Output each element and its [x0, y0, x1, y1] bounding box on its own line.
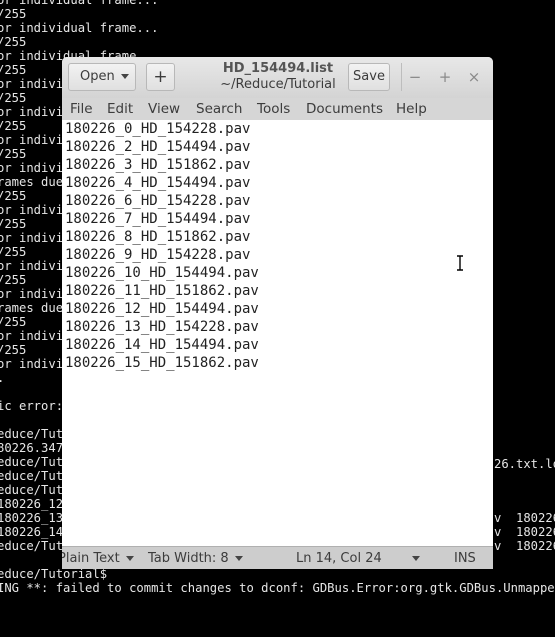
terminal-line-fragment: 26.txt.lo: [494, 457, 555, 471]
editor-line: 180226_6_HD_154228.pav: [65, 193, 251, 209]
terminal-line: /255: [0, 217, 27, 231]
terminal-line: /255: [0, 273, 27, 287]
close-icon[interactable]: ×: [463, 66, 485, 88]
language-selector[interactable]: Plain Text: [62, 550, 134, 567]
gedit-window: Open + HD_154494.list ~/Reduce/Tutorial …: [62, 57, 493, 569]
editor-line: 180226_9_HD_154228.pav: [65, 247, 251, 263]
terminal-line: /255: [0, 35, 27, 49]
terminal-line: /255: [0, 343, 27, 357]
terminal-line: rames due: [0, 301, 64, 315]
minimize-icon[interactable]: −: [404, 66, 426, 88]
editor-line: 180226_4_HD_154494.pav: [65, 175, 251, 191]
terminal-line: or individual frame...: [0, 21, 159, 35]
terminal-line: /255: [0, 189, 27, 203]
terminal-line-fragment: v 180226: [494, 539, 555, 553]
editor-line: 180226_0_HD_154228.pav: [65, 121, 251, 137]
terminal-line: 80226.3477: [0, 441, 71, 455]
terminal-line: /255: [0, 63, 27, 77]
terminal-line-fragment: v 180226: [494, 511, 555, 525]
terminal-line: /255: [0, 7, 27, 21]
save-button[interactable]: Save: [348, 63, 390, 91]
insert-mode: INS: [454, 551, 476, 566]
cursor-position[interactable]: Ln 14, Col 24: [296, 550, 420, 567]
editor-line: 180226_7_HD_154494.pav: [65, 211, 251, 227]
terminal-line: educe/Tutorial$: [0, 567, 108, 581]
tab-width-label: Tab Width: 8: [148, 551, 229, 566]
chevron-down-icon: [411, 556, 420, 561]
terminal-line: .: [0, 371, 4, 385]
chevron-down-icon: [234, 556, 243, 561]
open-button[interactable]: Open: [68, 63, 136, 91]
editor-line: 180226_12_HD_154494.pav: [65, 301, 259, 317]
terminal-line: ic error:: [0, 399, 64, 413]
status-bar: Plain Text Tab Width: 8 Ln 14, Col 24 IN…: [62, 546, 493, 569]
editor-line: 180226_15_HD_151862.pav: [65, 355, 259, 371]
cursor-position-label: Ln 14, Col 24: [296, 551, 382, 566]
tab-width-selector[interactable]: Tab Width: 8: [148, 550, 243, 567]
editor-line: 180226_11_HD_151862.pav: [65, 283, 259, 299]
header-bar: Open + HD_154494.list ~/Reduce/Tutorial …: [62, 57, 493, 99]
document-title: HD_154494.list: [222, 61, 334, 76]
menu-documents[interactable]: Documents: [306, 100, 383, 118]
chevron-down-icon: [120, 74, 129, 79]
new-tab-button[interactable]: +: [146, 63, 175, 91]
terminal-line: /255: [0, 91, 27, 105]
terminal-line: or individual frame...: [0, 0, 159, 7]
terminal-line: ING **: failed to commit changes to dcon…: [0, 581, 555, 595]
terminal-line: /255: [0, 119, 27, 133]
menu-edit[interactable]: Edit: [107, 100, 133, 118]
terminal-line: /255: [0, 245, 27, 259]
terminal-line: 180226_13_: [0, 511, 71, 525]
terminal-line: 180226_12_: [0, 497, 71, 511]
menu-help[interactable]: Help: [396, 100, 427, 118]
text-cursor-icon: [457, 255, 463, 271]
editor-line: 180226_10_HD_154494.pav: [65, 265, 259, 281]
menu-search[interactable]: Search: [196, 100, 242, 118]
plus-icon: +: [153, 67, 168, 87]
menu-file[interactable]: File: [70, 100, 93, 118]
terminal-line-fragment: v 180226: [494, 525, 555, 539]
chevron-down-icon: [125, 556, 134, 561]
menu-view[interactable]: View: [148, 100, 180, 118]
maximize-icon[interactable]: +: [434, 66, 456, 88]
document-path: ~/Reduce/Tutorial: [220, 77, 336, 92]
terminal-line: /255: [0, 147, 27, 161]
terminal-line: 180226_14_: [0, 525, 71, 539]
text-editor[interactable]: 180226_0_HD_154228.pav 180226_2_HD_154494…: [62, 120, 493, 546]
editor-line: 180226_13_HD_154228.pav: [65, 319, 259, 335]
editor-line: 180226_3_HD_151862.pav: [65, 157, 251, 173]
window-title: HD_154494.list ~/Reduce/Tutorial: [202, 61, 354, 93]
terminal-line: /255: [0, 315, 27, 329]
menu-tools[interactable]: Tools: [257, 100, 290, 118]
terminal-line: rames due: [0, 175, 64, 189]
open-label: Open: [80, 69, 115, 84]
editor-line: 180226_2_HD_154494.pav: [65, 139, 251, 155]
editor-line: 180226_14_HD_154494.pav: [65, 337, 259, 353]
menu-bar: File Edit View Search Tools Documents He…: [62, 98, 493, 121]
editor-line: 180226_8_HD_151862.pav: [65, 229, 251, 245]
language-label: Plain Text: [62, 551, 120, 566]
header-separator: [401, 63, 402, 91]
